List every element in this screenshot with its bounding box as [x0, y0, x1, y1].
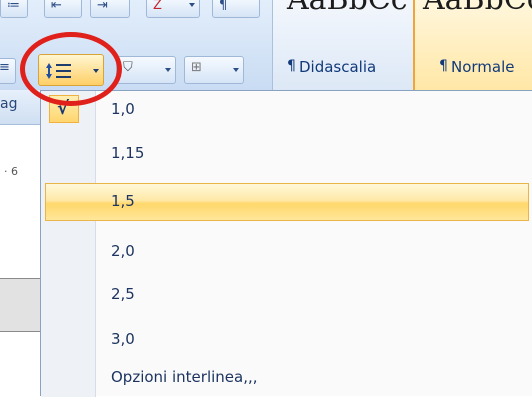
- chevron-down-icon: [189, 3, 195, 7]
- style-name: Didascalia: [299, 58, 377, 76]
- borders-button[interactable]: ⊞: [184, 56, 244, 84]
- line-spacing-icon: [46, 63, 71, 79]
- ribbon: ≔ ⇤ ⇥ Z ¶ ≡ ⛉ ⊞ AaBbCc ¶ Didascalia AaBb…: [0, 0, 532, 90]
- menu-item-label: Opzioni interlinea,,,: [111, 368, 258, 386]
- menu-item-1-15[interactable]: 1,15: [41, 135, 532, 173]
- line-spacing-button[interactable]: [38, 54, 104, 86]
- menu-item-label: 2,5: [111, 285, 135, 303]
- sort-icon: Z: [153, 0, 162, 13]
- document-tab-label: ag: [0, 96, 18, 112]
- chevron-down-icon: [233, 68, 239, 72]
- menu-item-1-5[interactable]: 1,5: [45, 183, 529, 221]
- list-icon: ≔: [7, 0, 20, 13]
- ribbon-button-top-1[interactable]: ≔: [0, 0, 28, 18]
- sort-button[interactable]: Z: [146, 0, 200, 18]
- document-area: ag · 6: [0, 90, 40, 396]
- menu-item-label: 2,0: [111, 242, 135, 260]
- document-block: [0, 278, 40, 332]
- indent-icon: ⇤: [51, 0, 62, 13]
- outdent-icon: ⇥: [97, 0, 108, 13]
- paint-bucket-icon: ⛉: [123, 60, 133, 75]
- chevron-down-icon: [93, 69, 99, 73]
- menu-item-2-0[interactable]: 2,0: [41, 233, 532, 271]
- menu-item-3-0[interactable]: 3,0: [41, 321, 532, 359]
- show-marks-button[interactable]: ¶: [212, 0, 260, 18]
- menu-item-label: 1,0: [111, 100, 135, 118]
- ribbon-button-top-2[interactable]: ⇤: [44, 0, 82, 18]
- style-normale[interactable]: AaBbCcL ¶ Normale: [413, 0, 532, 90]
- pilcrow-icon: ¶: [287, 58, 296, 74]
- menu-item-label: 1,15: [111, 144, 145, 162]
- chevron-down-icon: [165, 68, 171, 72]
- menu-item-label: 3,0: [111, 330, 135, 348]
- ruler-marker: · 6: [4, 165, 18, 178]
- pilcrow-icon: ¶: [219, 0, 228, 13]
- pilcrow-icon: ¶: [439, 58, 448, 74]
- ribbon-button-top-3[interactable]: ⇥: [90, 0, 130, 18]
- styles-gallery: AaBbCc ¶ Didascalia AaBbCcL ¶ Normale: [272, 0, 532, 90]
- document-tab[interactable]: ag: [0, 90, 40, 125]
- borders-icon: ⊞: [191, 60, 202, 75]
- style-didascalia[interactable]: AaBbCc ¶ Didascalia: [287, 0, 409, 90]
- style-preview: AaBbCc: [287, 0, 408, 17]
- style-preview: AaBbCcL: [423, 0, 532, 17]
- menu-item-line-spacing-options[interactable]: Opzioni interlinea,,,: [41, 359, 532, 397]
- menu-item-1-0[interactable]: 1,0: [41, 91, 532, 129]
- shading-button[interactable]: ⛉: [116, 56, 176, 84]
- menu-item-2-5[interactable]: 2,5: [41, 276, 532, 314]
- style-name: Normale: [451, 58, 515, 76]
- justify-icon: ≡: [0, 60, 10, 75]
- line-spacing-menu: √ 1,0 1,15 1,5 2,0 2,5 3,0 Opzioni inter…: [40, 90, 532, 397]
- justify-button[interactable]: ≡: [0, 58, 16, 84]
- menu-item-label: 1,5: [111, 192, 135, 210]
